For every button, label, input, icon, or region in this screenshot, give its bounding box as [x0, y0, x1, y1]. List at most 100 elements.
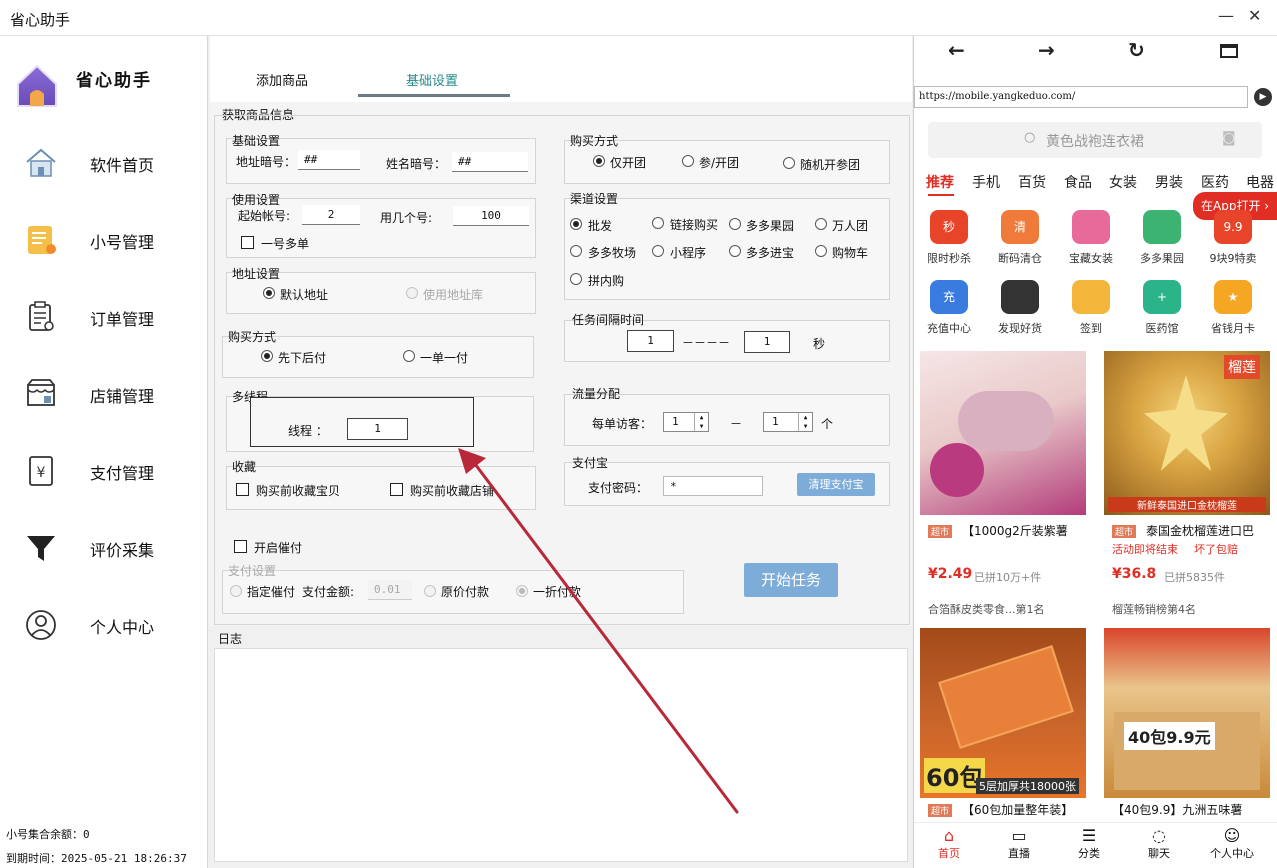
start-account-input[interactable]: 2	[302, 205, 360, 225]
sidebar-item-payment[interactable]: ¥ 支付管理	[0, 442, 208, 502]
url-input[interactable]: https://mobile.yangkeduo.com/	[914, 86, 1248, 108]
quick-icon-label: 省钱月卡	[1211, 322, 1255, 335]
category-tab[interactable]: 百货	[1018, 172, 1046, 192]
name-code-input[interactable]: ##	[452, 152, 528, 172]
join-group-radio[interactable]	[682, 155, 694, 167]
sidebar-item-reviews[interactable]: 评价采集	[0, 519, 208, 579]
sidebar-item-accounts[interactable]: 小号管理	[0, 211, 208, 271]
tab-add-product[interactable]: 添加商品	[256, 70, 308, 89]
category-tab[interactable]: 手机	[972, 172, 1000, 192]
quick-icon-item[interactable]: ★ 省钱月卡	[1200, 278, 1266, 342]
channel-radio-miniapp[interactable]	[652, 245, 664, 257]
clear-alipay-button[interactable]: 清理支付宝	[797, 473, 875, 496]
quick-icon-item[interactable]: 多多果园	[1129, 208, 1195, 272]
assign-urge-radio[interactable]	[230, 585, 242, 597]
quick-icon-item[interactable]: 宝藏女装	[1058, 208, 1124, 272]
quick-icon-item[interactable]: 秒限时秒杀	[916, 208, 982, 272]
maximize-icon[interactable]	[1220, 44, 1238, 58]
category-tab[interactable]: 电器	[1246, 172, 1276, 192]
channel-label: 批发	[588, 219, 613, 233]
product-image-shape	[1144, 375, 1228, 471]
quick-icon: +	[1143, 280, 1181, 314]
account-count-input[interactable]: 100	[453, 206, 529, 226]
category-tab[interactable]: 推荐	[926, 172, 954, 192]
category-tab[interactable]: 男装	[1155, 172, 1183, 192]
sidebar-item-home[interactable]: 软件首页	[0, 134, 208, 194]
quick-icon-item[interactable]: 清断码清仓	[987, 208, 1053, 272]
fav-item-checkbox[interactable]	[236, 483, 249, 496]
bottom-nav-chat[interactable]: ◌ 聊天	[1134, 826, 1184, 861]
channel-radio-jinbao[interactable]	[729, 245, 741, 257]
category-tab[interactable]: 食品	[1064, 172, 1092, 192]
address-code-input[interactable]: ##	[298, 150, 360, 170]
close-icon[interactable]: ✕	[1248, 6, 1261, 25]
quick-icon-item[interactable]: 发现好货	[987, 278, 1053, 342]
tab-basic-settings[interactable]: 基础设置	[406, 70, 458, 89]
sidebar-item-orders[interactable]: 订单管理	[0, 288, 208, 348]
channel-radio-wanren[interactable]	[815, 218, 827, 230]
random-group-radio[interactable]	[783, 157, 795, 169]
interval-dash: －－－－	[682, 336, 731, 350]
channel-radio-link[interactable]	[652, 217, 664, 229]
address-library-radio[interactable]	[406, 287, 418, 299]
channel-radio-ranch[interactable]	[570, 245, 582, 257]
stepper-arrows-icon[interactable]: ▲ ▼	[694, 413, 708, 431]
category-tab[interactable]: 女装	[1109, 172, 1137, 192]
camera-icon[interactable]: ◙	[1222, 130, 1236, 146]
original-price-label: 原价付款	[441, 585, 490, 599]
search-bar[interactable]: ○ 黄色战袍连衣裙 ◙	[928, 122, 1262, 158]
one-by-one-radio[interactable]	[403, 350, 415, 362]
visitors-to-stepper[interactable]: 1 ▲ ▼	[763, 412, 813, 432]
urge-pay-checkbox[interactable]	[234, 540, 247, 553]
alipay-password-input[interactable]: *	[663, 476, 763, 496]
bottom-nav-category[interactable]: ☰ 分类	[1064, 826, 1114, 861]
multi-order-checkbox[interactable]	[241, 236, 254, 249]
back-icon[interactable]: ←	[948, 38, 965, 62]
refresh-icon[interactable]: ↻	[1128, 38, 1145, 62]
quick-icon-label: 多多果园	[1140, 252, 1184, 265]
product-image: 60包 5层加厚共18000张	[920, 628, 1086, 798]
forward-icon[interactable]: →	[1038, 38, 1055, 62]
bottom-nav-label: 首页	[938, 847, 960, 860]
product-card-1[interactable]: 超市 【1000g2斤装紫薯 ¥2.49 已拼10万+件 合箔酥皮类零食...第…	[920, 351, 1086, 621]
default-address-radio[interactable]	[263, 287, 275, 299]
channel-radio-internal[interactable]	[570, 273, 582, 285]
pay-amount-input[interactable]: 0.01	[368, 580, 412, 600]
category-tab[interactable]: 医药	[1201, 172, 1229, 192]
default-address-label: 默认地址	[280, 288, 329, 302]
quick-icon: 充	[930, 280, 968, 314]
product-title: 【60包加量整年装】	[962, 803, 1074, 817]
product-card-2[interactable]: 榴莲 新鲜泰国进口金枕榴莲 超市 泰国金枕榴莲进口巴 活动即将结束 坏了包赔 ¥…	[1104, 351, 1270, 621]
product-card-4[interactable]: 40包9.9元 【40包9.9】九洲五味薯	[1104, 628, 1270, 824]
thread-input[interactable]: 1	[347, 418, 408, 440]
quick-icon-item[interactable]: 充充值中心	[916, 278, 982, 342]
quick-icon-item[interactable]: 9.9 9块9特卖	[1200, 208, 1266, 272]
quick-icon-label: 断码清仓	[998, 252, 1042, 265]
sidebar-item-label: 小号管理	[90, 233, 155, 252]
sidebar-item-profile[interactable]: 个人中心	[0, 596, 208, 656]
bottom-nav-home[interactable]: ⌂ 首页	[924, 826, 974, 861]
bottom-nav-live[interactable]: ▭ 直播	[994, 826, 1044, 861]
product-title: 【1000g2斤装紫薯	[962, 524, 1068, 538]
open-group-radio[interactable]	[593, 155, 605, 167]
quick-icon-item[interactable]: 签到	[1058, 278, 1124, 342]
interval-to-input[interactable]: 1	[744, 331, 790, 353]
sidebar-item-stores[interactable]: 店铺管理	[0, 365, 208, 425]
channel-radio-orchard[interactable]	[729, 218, 741, 230]
start-task-button[interactable]: 开始任务	[744, 563, 838, 597]
channel-radio-cart[interactable]	[815, 245, 827, 257]
go-icon[interactable]: ▶	[1254, 88, 1272, 106]
bottom-nav-profile[interactable]: ☺ 个人中心	[1202, 826, 1262, 861]
discount-pay-radio[interactable]	[516, 585, 528, 597]
expire-text: 到期时间：2025-05-21 18:26:37	[6, 850, 187, 866]
channel-radio-wholesale[interactable]	[570, 218, 582, 230]
visitors-from-stepper[interactable]: 1 ▲ ▼	[663, 412, 709, 432]
stepper-arrows-icon[interactable]: ▲ ▼	[798, 413, 812, 431]
interval-from-input[interactable]: 1	[627, 330, 674, 352]
minimize-icon[interactable]: —	[1218, 6, 1234, 25]
product-card-3[interactable]: 60包 5层加厚共18000张 超市 【60包加量整年装】	[920, 628, 1086, 824]
quick-icon-item[interactable]: + 医药馆	[1129, 278, 1195, 342]
pay-after-radio[interactable]	[261, 350, 273, 362]
original-price-radio[interactable]	[424, 585, 436, 597]
fav-shop-checkbox[interactable]	[390, 483, 403, 496]
